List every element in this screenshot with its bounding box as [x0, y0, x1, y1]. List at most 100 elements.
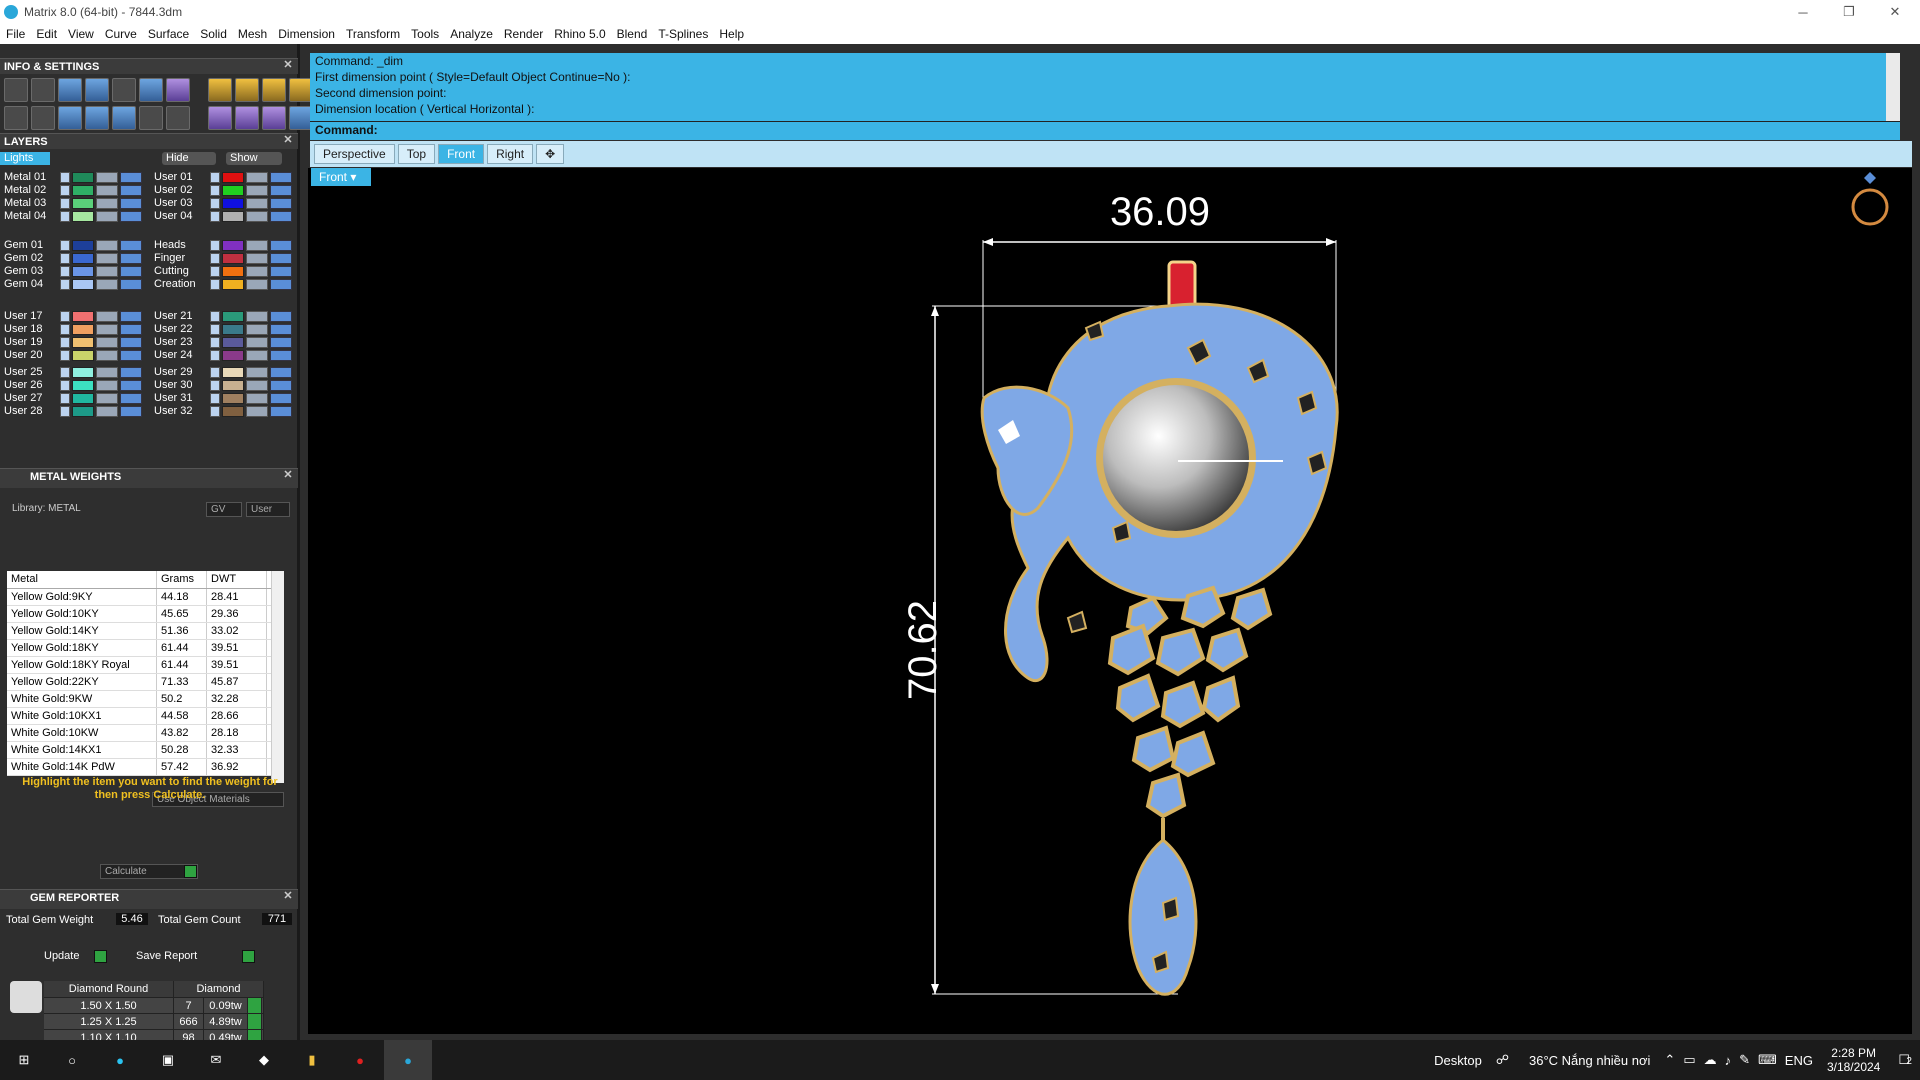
layer-color-swatch[interactable] — [222, 266, 244, 277]
layer-expand-icon[interactable] — [210, 240, 220, 251]
layer-visibility-icon[interactable] — [120, 172, 142, 183]
layer-visibility-icon[interactable] — [120, 279, 142, 290]
layer-expand-icon[interactable] — [210, 367, 220, 378]
layer-visibility-icon[interactable] — [120, 253, 142, 264]
cluster-tool-icon[interactable] — [262, 106, 286, 130]
layer-color-swatch[interactable] — [222, 198, 244, 209]
layer-expand-icon[interactable] — [60, 185, 70, 196]
layer-row[interactable]: Creation — [154, 277, 300, 292]
menu-curve[interactable]: Curve — [105, 27, 137, 41]
layer-lock-icon[interactable] — [246, 367, 268, 378]
column-header-metal[interactable]: Metal — [7, 571, 157, 588]
menu-render[interactable]: Render — [504, 27, 543, 41]
settings-tool-icon[interactable] — [4, 78, 28, 102]
menu-tools[interactable]: Tools — [411, 27, 439, 41]
gv-button[interactable]: GV — [206, 502, 242, 517]
edge-icon[interactable]: ● — [96, 1040, 144, 1080]
layer-row[interactable]: User 32 — [154, 404, 300, 419]
layer-expand-icon[interactable] — [210, 311, 220, 322]
layer-color-swatch[interactable] — [72, 393, 94, 404]
windows-start-icon[interactable]: ⊞ — [0, 1040, 48, 1080]
layer-lock-icon[interactable] — [246, 240, 268, 251]
layer-color-swatch[interactable] — [222, 350, 244, 361]
layer-lock-icon[interactable] — [246, 350, 268, 361]
menu-transform[interactable]: Transform — [346, 27, 400, 41]
layer-visibility-icon[interactable] — [270, 279, 292, 290]
tab-top[interactable]: Top — [397, 144, 436, 164]
user-button[interactable]: User — [246, 502, 290, 517]
menu-dimension[interactable]: Dimension — [278, 27, 335, 41]
layer-lock-icon[interactable] — [96, 253, 118, 264]
menu-surface[interactable]: Surface — [148, 27, 189, 41]
render-tool-icon[interactable] — [58, 106, 82, 130]
store-icon[interactable]: ▣ — [144, 1040, 192, 1080]
layer-lock-icon[interactable] — [96, 198, 118, 209]
layer-color-swatch[interactable] — [222, 279, 244, 290]
layer-visibility-icon[interactable] — [120, 406, 142, 417]
layer-lock-icon[interactable] — [96, 185, 118, 196]
layer-expand-icon[interactable] — [60, 380, 70, 391]
table-row[interactable]: White Gold:10KX1 44.58 28.66 — [7, 708, 284, 725]
layer-expand-icon[interactable] — [60, 324, 70, 335]
show-toggle[interactable]: Show — [226, 152, 282, 165]
menu-solid[interactable]: Solid — [200, 27, 227, 41]
display-tool-icon[interactable] — [85, 78, 109, 102]
menu-view[interactable]: View — [68, 27, 94, 41]
layer-row[interactable]: Metal 04 — [4, 209, 150, 224]
layer-visibility-icon[interactable] — [120, 240, 142, 251]
material-tool-icon[interactable] — [166, 78, 190, 102]
layer-visibility-icon[interactable] — [120, 380, 142, 391]
keyboard-icon[interactable]: ⌨ — [1758, 1052, 1777, 1068]
layer-color-swatch[interactable] — [72, 380, 94, 391]
layer-visibility-icon[interactable] — [270, 350, 292, 361]
layer-expand-icon[interactable] — [60, 311, 70, 322]
layer-color-swatch[interactable] — [222, 406, 244, 417]
layer-color-swatch[interactable] — [222, 211, 244, 222]
layer-color-swatch[interactable] — [222, 240, 244, 251]
layer-expand-icon[interactable] — [210, 324, 220, 335]
edit-tool-icon[interactable] — [139, 78, 163, 102]
mail-icon[interactable]: ✉ — [192, 1040, 240, 1080]
layer-visibility-icon[interactable] — [120, 350, 142, 361]
layer-color-swatch[interactable] — [72, 253, 94, 264]
layer-color-swatch[interactable] — [72, 337, 94, 348]
table-row[interactable]: Yellow Gold:14KY 51.36 33.02 — [7, 623, 284, 640]
close-icon[interactable]: ✕ — [282, 469, 294, 481]
layer-lock-icon[interactable] — [246, 279, 268, 290]
layer-visibility-icon[interactable] — [120, 311, 142, 322]
column-header-dwt[interactable]: DWT — [207, 571, 267, 588]
layer-visibility-icon[interactable] — [120, 266, 142, 277]
layer-color-swatch[interactable] — [72, 279, 94, 290]
book-tool-icon[interactable] — [85, 106, 109, 130]
close-button[interactable]: ✕ — [1872, 0, 1918, 24]
layers-tool-icon[interactable] — [58, 78, 82, 102]
layer-expand-icon[interactable] — [210, 211, 220, 222]
language-indicator[interactable]: ENG — [1785, 1053, 1813, 1068]
table-row[interactable]: Yellow Gold:22KY 71.33 45.87 — [7, 674, 284, 691]
layer-expand-icon[interactable] — [210, 380, 220, 391]
command-input[interactable]: Command: — [310, 121, 1900, 138]
layer-color-swatch[interactable] — [222, 380, 244, 391]
layer-lock-icon[interactable] — [96, 367, 118, 378]
layer-visibility-icon[interactable] — [270, 185, 292, 196]
filter-tool-icon[interactable] — [112, 106, 136, 130]
layer-expand-icon[interactable] — [210, 279, 220, 290]
layer-lock-icon[interactable] — [246, 337, 268, 348]
menu-edit[interactable]: Edit — [36, 27, 57, 41]
red-app-icon[interactable]: ● — [336, 1040, 384, 1080]
layer-color-swatch[interactable] — [72, 211, 94, 222]
layer-visibility-icon[interactable] — [120, 211, 142, 222]
layer-color-swatch[interactable] — [72, 240, 94, 251]
leopard-pendant[interactable] — [980, 260, 1339, 996]
layer-expand-icon[interactable] — [210, 172, 220, 183]
layer-visibility-icon[interactable] — [120, 185, 142, 196]
layer-color-swatch[interactable] — [72, 324, 94, 335]
ring-icon[interactable] — [1851, 172, 1889, 226]
layer-color-swatch[interactable] — [72, 350, 94, 361]
layer-expand-icon[interactable] — [60, 367, 70, 378]
layer-expand-icon[interactable] — [210, 185, 220, 196]
frame-tool-icon[interactable] — [262, 78, 286, 102]
layer-expand-icon[interactable] — [60, 253, 70, 264]
gem-row[interactable]: 1.25 X 1.25 666 4.89tw — [44, 1013, 264, 1029]
layer-color-swatch[interactable] — [72, 406, 94, 417]
